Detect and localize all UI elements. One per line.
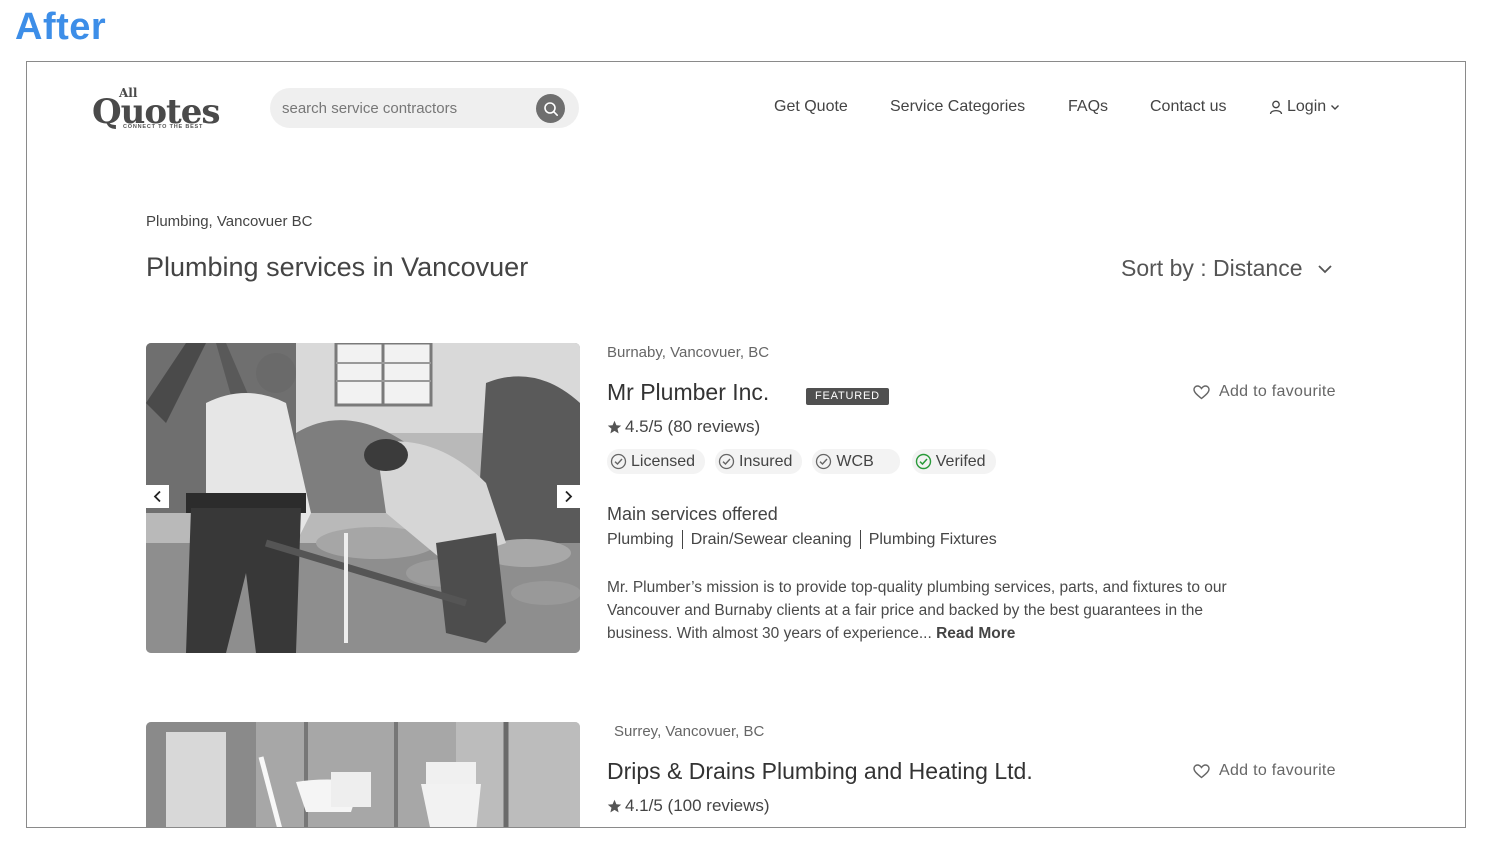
listing-location: Burnaby, Vancovuer, BC (607, 344, 770, 361)
search-input[interactable] (282, 97, 522, 119)
badge-label: WCB (836, 452, 874, 470)
heart-icon (1193, 384, 1210, 399)
read-more-link[interactable]: Read More (936, 625, 1015, 642)
rating-text: 4.1/5 (100 reviews) (625, 796, 770, 815)
sort-label: Sort by : Distance (1121, 255, 1303, 281)
listing-rating: 4.5/5 (80 reviews) (607, 417, 760, 437)
check-circle-icon (610, 453, 627, 470)
add-to-favourite-button[interactable]: Add to favourite (1193, 383, 1336, 401)
service-item: Drain/Sewear cleaning (690, 530, 852, 548)
listing-description: Mr. Plumber’s mission is to provide top-… (607, 576, 1267, 645)
chevron-left-icon (153, 490, 161, 503)
logo-tagline: CONNECT TO THE BEST (123, 124, 204, 130)
check-circle-icon (718, 453, 735, 470)
featured-badge: FEATURED (806, 388, 889, 405)
rating-text: 4.5/5 (80 reviews) (625, 417, 761, 436)
chevron-down-icon (1317, 264, 1332, 273)
listing-rating: 4.1/5 (100 reviews) (607, 796, 770, 816)
search-icon (543, 101, 558, 116)
user-icon (1269, 100, 1283, 114)
search-button[interactable] (536, 94, 565, 123)
nav-faqs[interactable]: FAQs (1068, 98, 1108, 116)
favourite-label: Add to favourite (1219, 383, 1336, 400)
listing-photo-carousel[interactable] (146, 722, 580, 827)
allquotes-logo[interactable]: All Quotes CONNECT TO THE BEST (92, 86, 220, 132)
service-item: Plumbing Fixtures (868, 530, 997, 548)
listing-name[interactable]: Drips & Drains Plumbing and Heating Ltd. (607, 758, 1033, 785)
badge-label: Licensed (631, 452, 696, 470)
login-menu[interactable]: Login (1269, 98, 1340, 116)
check-circle-icon (816, 453, 832, 470)
star-icon (607, 420, 622, 433)
services-list: Plumbing Drain/Sewear cleaning Plumbing … (607, 530, 997, 549)
credential-badges: Licensed Insured WCB Verifed (607, 449, 996, 474)
login-label: Login (1287, 98, 1327, 115)
page-title: Plumbing services in Vancovuer (146, 252, 529, 282)
listing-name[interactable]: Mr Plumber Inc. (607, 379, 769, 406)
listing-location: Surrey, Vancovuer, BC (614, 723, 765, 740)
breadcrumb: Plumbing, Vancovuer BC (146, 213, 313, 230)
add-to-favourite-button[interactable]: Add to favourite (1193, 762, 1336, 780)
after-label: After (15, 6, 107, 48)
nav-get-quote[interactable]: Get Quote (774, 98, 848, 116)
service-item: Plumbing (607, 530, 674, 548)
sort-dropdown[interactable]: Sort by : Distance (1121, 255, 1333, 282)
verified-check-icon (915, 453, 931, 470)
service-divider (681, 530, 683, 549)
favourite-label: Add to favourite (1219, 762, 1336, 779)
plumbers-working-photo (146, 343, 580, 653)
carousel-next-button[interactable] (557, 485, 580, 508)
badge-licensed: Licensed (607, 449, 706, 474)
star-icon (607, 799, 622, 812)
search-bar (270, 88, 579, 128)
carousel-prev-button[interactable] (146, 485, 169, 508)
bathroom-plumbing-photo (146, 722, 580, 827)
listing-photo-carousel[interactable] (146, 343, 580, 653)
badge-label: Insured (739, 452, 793, 470)
badge-insured: Insured (715, 449, 803, 474)
heart-icon (1193, 763, 1210, 778)
service-divider (859, 530, 861, 549)
nav-service-categories[interactable]: Service Categories (890, 98, 1025, 116)
services-title: Main services offered (607, 504, 778, 524)
badge-verified: Verifed (911, 449, 996, 474)
browser-frame: All Quotes CONNECT TO THE BEST Get Quote… (26, 61, 1466, 828)
description-text: Mr. Plumber’s mission is to provide top-… (607, 579, 1227, 642)
chevron-down-icon (1331, 105, 1340, 110)
chevron-right-icon (565, 490, 573, 503)
nav-contact-us[interactable]: Contact us (1150, 98, 1226, 116)
badge-label: Verifed (935, 452, 986, 470)
badge-wcb: WCB (812, 449, 900, 474)
